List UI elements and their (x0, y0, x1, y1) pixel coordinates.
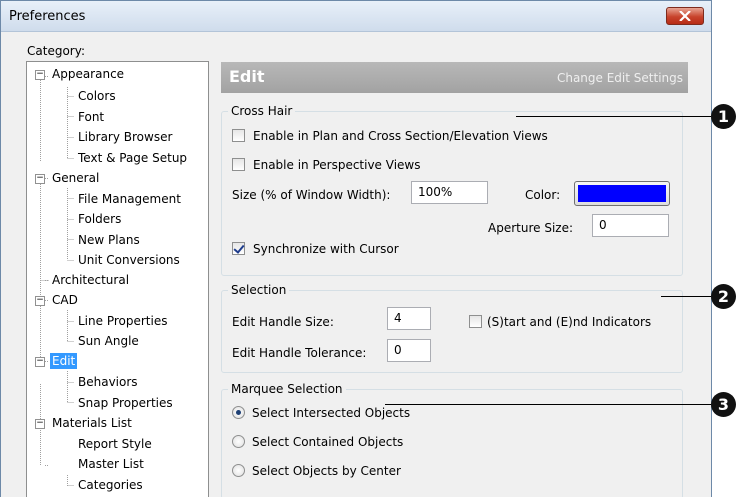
enable-perspective-checkbox[interactable] (232, 158, 245, 171)
tree-item-label: Edit (50, 353, 78, 369)
crosshair-group-title: Cross Hair (228, 103, 296, 119)
tree-item-materials-list[interactable]: Materials List (50, 413, 134, 433)
crosshair-size-input[interactable]: 100% (411, 181, 488, 204)
tree-item-text-page-setup[interactable]: Text & Page Setup (76, 148, 189, 168)
crosshair-color-button[interactable] (574, 181, 670, 206)
tree-item-label: Materials List (52, 416, 132, 430)
tree-item-appearance[interactable]: Appearance (50, 64, 126, 84)
tree-item-label: Report Style (78, 437, 152, 451)
tree-item-report-style[interactable]: Report Style (76, 434, 154, 454)
tree-item-master-list[interactable]: Master List (76, 454, 146, 474)
callout-1-line (516, 116, 711, 117)
section-header: Edit Change Edit Settings (221, 62, 688, 93)
edit-handle-tolerance-label: Edit Handle Tolerance: (232, 346, 367, 360)
enable-plan-views-label: Enable in Plan and Cross Section/Elevati… (253, 129, 548, 143)
selection-group-title: Selection (228, 282, 290, 298)
tree-item-categories[interactable]: Categories (76, 475, 145, 495)
tree-item-label: Library Browser (78, 130, 173, 144)
tree-item-architectural[interactable]: Architectural (50, 270, 131, 290)
tree-item-label: Text & Page Setup (78, 151, 188, 165)
synchronize-cursor-checkbox[interactable] (232, 242, 245, 255)
select-by-center-label: Select Objects by Center (252, 464, 401, 478)
tree-item-general[interactable]: General (50, 168, 101, 188)
window-title: Preferences (9, 9, 86, 24)
start-end-indicators-label: (S)tart and (E)nd Indicators (487, 315, 652, 329)
tree-item-label: General (52, 171, 100, 185)
tree-item-behaviors[interactable]: Behaviors (76, 372, 140, 392)
callout-3-badge: 3 (711, 392, 736, 417)
callout-3-line (385, 404, 711, 405)
tree-item-label: Behaviors (78, 375, 138, 389)
marquee-group-title: Marquee Selection (228, 381, 346, 397)
tree-item-unit-conversions[interactable]: Unit Conversions (76, 250, 182, 270)
edit-handle-tolerance-input[interactable]: 0 (387, 339, 431, 362)
crosshair-color-label: Color: (525, 188, 561, 202)
tree-item-label: Font (78, 110, 105, 124)
tree-item-label: Master List (78, 457, 144, 471)
callout-2-line (661, 296, 711, 297)
callout-2-badge: 2 (711, 284, 736, 309)
start-end-indicators-checkbox[interactable] (469, 315, 482, 328)
select-by-center-radio[interactable] (232, 464, 245, 477)
title-bar: Preferences (1, 1, 711, 32)
tree-expander-icon[interactable]: − (35, 419, 45, 429)
tree-item-font[interactable]: Font (76, 107, 106, 127)
crosshair-size-label: Size (% of Window Width): (232, 188, 391, 202)
section-title: Edit (229, 67, 265, 86)
tree-item-colors[interactable]: Colors (76, 86, 118, 106)
callout-1-badge: 1 (711, 104, 736, 129)
tree-item-label: Snap Properties (78, 396, 173, 410)
tree-item-snap-properties[interactable]: Snap Properties (76, 393, 175, 413)
select-intersected-radio[interactable] (232, 406, 245, 419)
tree-item-label: Categories (78, 478, 143, 492)
tree-expander-icon[interactable]: − (35, 357, 45, 367)
tree-item-sun-angle[interactable]: Sun Angle (76, 331, 141, 351)
select-contained-label: Select Contained Objects (252, 435, 404, 449)
tree-item-label: Colors (78, 89, 116, 103)
tree-item-label: File Management (78, 192, 181, 206)
tree-item-file-management[interactable]: File Management (76, 189, 183, 209)
tree-expander-icon[interactable]: − (35, 174, 45, 184)
close-button[interactable] (666, 7, 704, 25)
category-label: Category: (27, 44, 85, 58)
section-subtitle: Change Edit Settings (556, 71, 683, 85)
tree-expander-icon[interactable]: − (35, 70, 45, 80)
aperture-size-label: Aperture Size: (488, 221, 573, 235)
color-swatch (578, 185, 666, 202)
aperture-size-input[interactable]: 0 (592, 214, 669, 237)
synchronize-cursor-label: Synchronize with Cursor (253, 242, 399, 256)
tree-item-label: Unit Conversions (78, 253, 180, 267)
tree-item-label: Architectural (52, 273, 130, 287)
select-contained-radio[interactable] (232, 435, 245, 448)
edit-handle-size-label: Edit Handle Size: (232, 315, 334, 329)
tree-item-library-browser[interactable]: Library Browser (76, 127, 174, 147)
tree-item-folders[interactable]: Folders (76, 209, 123, 229)
enable-plan-views-checkbox[interactable] (232, 129, 245, 142)
tree-item-label: New Plans (78, 233, 140, 247)
tree-item-label: Appearance (52, 67, 125, 81)
tree-item-new-plans[interactable]: New Plans (76, 230, 142, 250)
tree-item-line-properties[interactable]: Line Properties (76, 311, 169, 331)
preferences-dialog: Preferences Category: − Appearance Colors F… (0, 0, 712, 497)
tree-item-label: Sun Angle (78, 334, 139, 348)
edit-handle-size-input[interactable]: 4 (387, 307, 431, 330)
select-intersected-label: Select Intersected Objects (252, 406, 411, 420)
tree-item-label: CAD (52, 293, 78, 307)
category-tree[interactable]: − Appearance Colors Font Library Browser Text… (26, 61, 209, 497)
tree-item-label: Folders (78, 212, 122, 226)
enable-perspective-label: Enable in Perspective Views (253, 158, 421, 172)
tree-item-edit[interactable]: Edit (50, 351, 78, 371)
tree-item-label: Line Properties (78, 314, 168, 328)
tree-item-cad[interactable]: CAD (50, 290, 80, 310)
tree-expander-icon[interactable]: − (35, 296, 45, 306)
close-icon (679, 11, 691, 21)
